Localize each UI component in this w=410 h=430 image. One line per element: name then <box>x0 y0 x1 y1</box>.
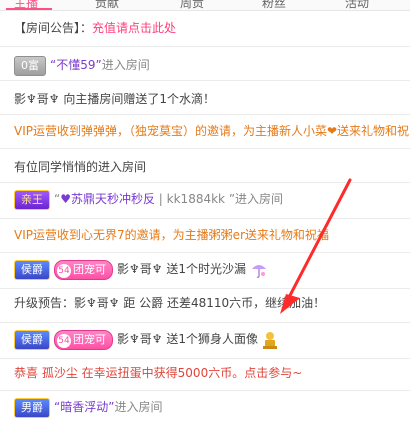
quote-close: ” <box>225 192 236 206</box>
chat-message-enter: 亲王 “♥苏鼎天秒冲秒反 | kk1884kk ”进入房间 <box>14 188 410 210</box>
fan-level: 54 <box>57 263 71 278</box>
tab-contribution[interactable]: 贡献 <box>95 0 119 10</box>
wealth-badge: 0富 <box>14 55 46 76</box>
chat-message-vip: VIP运营收到弹弹弹，（独宠莫宝）的邀请，为主播新人小菜❤送来礼物和祝 <box>14 120 410 142</box>
vip-invite-text: VIP运营收到弹弹弹，（独宠莫宝）的邀请，为主播新人小菜❤送来礼物和祝 <box>14 124 410 138</box>
username[interactable]: 影♆哥♆ <box>14 92 60 106</box>
gift-text: 向主播房间赠送了1个水滴！ <box>63 92 215 106</box>
chat-message-gift: 侯爵 54 团宠可 影♆哥♆ 送1个狮身人面像 <box>14 328 410 350</box>
enter-text: 进入房间 <box>114 400 163 414</box>
divider <box>0 358 410 359</box>
gift-text: 送1个时光沙漏 <box>166 262 246 276</box>
congrats-prefix: 恭喜 <box>14 366 42 380</box>
divider <box>0 218 410 219</box>
chat-message-vip: VIP运营收到心无界7的邀请，为主播粥粥er送来礼物和祝福 <box>14 224 410 246</box>
fan-club-badge: 54 团宠可 <box>54 259 113 280</box>
divider <box>0 182 410 183</box>
hourglass-gift-icon <box>251 264 266 278</box>
username[interactable]: “暗香浮动” <box>54 400 114 414</box>
announcement-label: 【房间公告】 <box>14 21 81 35</box>
vip-invite-text: VIP运营收到心无界7的邀请，为主播粥粥er送来礼物和祝福 <box>14 228 329 242</box>
upgrade-notice-text: 升级预告：影♆哥♆ 距 公爵 还差48110六币，继续加油！ <box>14 296 326 310</box>
divider <box>0 80 410 81</box>
divider <box>0 322 410 323</box>
username[interactable]: ♥苏鼎天秒冲秒反 <box>60 192 155 206</box>
username[interactable]: 影♆哥♆ <box>117 332 163 346</box>
divider <box>0 252 410 253</box>
chat-message-enter: 0富 “不懂59”进入房间 <box>14 54 410 76</box>
fan-level: 54 <box>57 333 71 348</box>
gift-text: 送1个狮身人面像 <box>166 332 258 346</box>
marquis-badge: 侯爵 <box>14 329 50 350</box>
chat-message-lucky-egg[interactable]: 恭喜 孤沙尘 在幸运扭蛋中获得5000六币。点击参与~ <box>14 362 410 384</box>
anonymous-enter-text: 有位同学悄悄的进入房间 <box>14 160 147 174</box>
tab-weekly[interactable]: 周贡 <box>180 0 204 10</box>
lucky-egg-text[interactable]: 在幸运扭蛋中获得5000六币。点击参与~ <box>78 366 303 380</box>
divider <box>0 148 410 149</box>
chat-message-upgrade: 升级预告：影♆哥♆ 距 公爵 还差48110六币，继续加油！ <box>14 292 410 314</box>
fan-club-name: 团宠可 <box>73 332 106 346</box>
divider <box>0 390 410 391</box>
baron-badge: 男爵 <box>14 397 50 418</box>
tab-activity[interactable]: 活动 <box>345 0 369 10</box>
username[interactable]: 影♆哥♆ <box>117 262 163 276</box>
chat-message-anonymous: 有位同学悄悄的进入房间 <box>14 156 410 178</box>
chat-message-gift: 侯爵 54 团宠可 影♆哥♆ 送1个时光沙漏 <box>14 258 410 280</box>
divider <box>0 46 410 47</box>
enter-text: 进入房间 <box>235 192 284 206</box>
user-id: kk1884kk <box>166 192 225 206</box>
sphinx-gift-icon <box>262 331 277 349</box>
chat-feed[interactable]: 【房间公告】：充值请点击此处 0富 “不懂59”进入房间 影♆哥♆ 向主播房间赠送… <box>0 12 410 430</box>
recharge-link[interactable]: 充值请点击此处 <box>92 21 176 35</box>
divider <box>0 288 410 289</box>
announcement-separator: ： <box>80 21 93 35</box>
fan-club-badge: 54 团宠可 <box>54 329 113 350</box>
marquis-badge: 侯爵 <box>14 259 50 280</box>
enter-text: 进入房间 <box>101 58 150 72</box>
tab-fans[interactable]: 粉丝 <box>262 0 286 10</box>
username[interactable]: “不懂59” <box>50 58 102 72</box>
user-separator: | <box>154 192 167 206</box>
room-announcement: 【房间公告】：充值请点击此处 <box>14 17 410 39</box>
tab-bar: 主播 贡献 周贡 粉丝 活动 <box>0 0 410 11</box>
prince-badge: 亲王 <box>14 189 50 210</box>
active-tab-underline <box>6 8 52 10</box>
chat-message-enter: 男爵 “暗香浮动”进入房间 <box>14 396 410 418</box>
chat-message-gift: 影♆哥♆ 向主播房间赠送了1个水滴！ <box>14 88 410 110</box>
username[interactable]: 孤沙尘 <box>42 366 78 380</box>
fan-club-name: 团宠可 <box>73 262 106 276</box>
divider <box>0 114 410 115</box>
